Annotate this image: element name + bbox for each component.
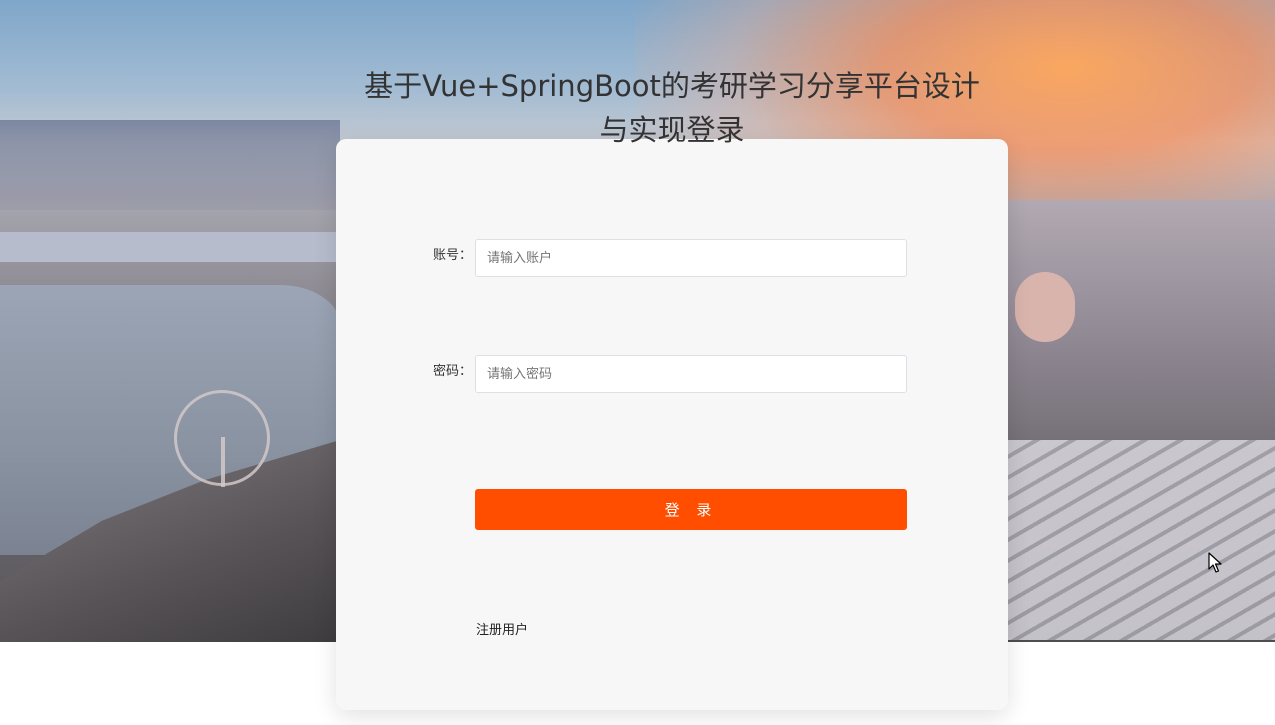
login-card: 账号： 密码： 登 录 注册用户 <box>336 139 1008 710</box>
login-button[interactable]: 登 录 <box>475 489 907 530</box>
register-link[interactable]: 注册用户 <box>476 619 528 638</box>
password-row: 密码： <box>336 355 1008 393</box>
page-title-line1: 基于Vue+SpringBoot的考研学习分享平台设计 <box>364 69 980 103</box>
ferris-wheel <box>174 390 270 487</box>
page-title-line2: 与实现登录 <box>599 113 745 147</box>
page-title: 基于Vue+SpringBoot的考研学习分享平台设计 与实现登录 <box>337 64 1007 152</box>
password-label: 密码： <box>432 364 472 379</box>
mouse-pointer-icon <box>1208 552 1222 573</box>
account-row: 账号： <box>336 239 1008 277</box>
password-input[interactable] <box>475 355 907 393</box>
login-page: 基于Vue+SpringBoot的考研学习分享平台设计 与实现登录 账号： 密码… <box>0 0 1275 725</box>
account-input[interactable] <box>475 239 907 277</box>
account-label: 账号： <box>432 248 472 263</box>
